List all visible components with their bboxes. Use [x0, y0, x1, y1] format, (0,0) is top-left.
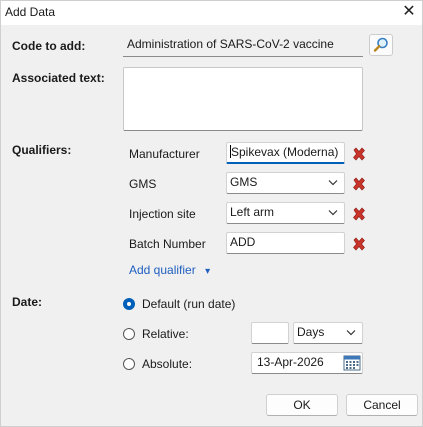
relative-unit-select[interactable]: Days — [293, 322, 363, 344]
date-default-radio[interactable] — [123, 298, 135, 310]
delete-injection-site-icon[interactable] — [352, 207, 366, 221]
gms-value: GMS — [230, 175, 258, 189]
add-qualifier-link[interactable]: Add qualifier ▾ — [129, 263, 210, 277]
cancel-button[interactable]: Cancel — [346, 394, 418, 416]
associated-text-label: Associated text: — [12, 71, 105, 85]
code-value: Administration of SARS-CoV-2 vaccine — [127, 37, 334, 51]
code-label: Code to add: — [12, 39, 86, 53]
close-button[interactable]: ✕ — [396, 1, 422, 25]
date-relative-label[interactable]: Relative: — [142, 327, 189, 341]
dialog-title: Add Data — [5, 5, 56, 19]
injection-site-select[interactable]: Left arm — [226, 202, 345, 224]
qualifier-label-injection-site: Injection site — [129, 207, 196, 221]
magnifier-icon — [373, 37, 388, 52]
date-absolute-label[interactable]: Absolute: — [142, 357, 192, 371]
absolute-date-value: 13-Apr-2026 — [257, 355, 324, 369]
add-data-dialog: Add Data ✕ Code to add: Administration o… — [0, 0, 423, 427]
qualifier-label-manufacturer: Manufacturer — [129, 147, 200, 161]
code-field: Administration of SARS-CoV-2 vaccine — [123, 35, 363, 57]
relative-amount-input[interactable] — [251, 322, 289, 344]
ok-button[interactable]: OK — [266, 394, 338, 416]
date-relative-radio[interactable] — [123, 328, 135, 340]
qualifiers-label: Qualifiers: — [12, 143, 72, 157]
calendar-icon[interactable] — [343, 354, 361, 372]
batch-number-input[interactable]: ADD — [226, 232, 345, 254]
relative-unit-value: Days — [297, 325, 325, 339]
date-default-label[interactable]: Default (run date) — [142, 297, 235, 311]
chevron-down-icon — [328, 210, 338, 216]
date-label: Date: — [12, 295, 43, 309]
injection-site-value: Left arm — [230, 205, 275, 219]
qualifier-label-batch-number: Batch Number — [129, 237, 206, 251]
dropdown-arrow-icon: ▾ — [205, 266, 211, 277]
delete-manufacturer-icon[interactable] — [352, 147, 366, 161]
manufacturer-value: Spikevax (Moderna) — [231, 145, 339, 159]
date-absolute-radio[interactable] — [123, 358, 135, 370]
batch-number-value: ADD — [230, 235, 256, 249]
qualifier-label-gms: GMS — [129, 177, 157, 191]
chevron-down-icon — [328, 180, 338, 186]
close-icon: ✕ — [402, 3, 416, 20]
title-bar: Add Data ✕ — [1, 1, 422, 25]
chevron-down-icon — [346, 330, 356, 336]
search-code-button[interactable] — [369, 34, 393, 56]
gms-select[interactable]: GMS — [226, 172, 345, 194]
manufacturer-input[interactable]: Spikevax (Moderna) — [226, 142, 345, 164]
add-qualifier-label: Add qualifier — [129, 263, 196, 277]
associated-text-input[interactable] — [123, 67, 363, 131]
delete-batch-number-icon[interactable] — [352, 237, 366, 251]
delete-gms-icon[interactable] — [352, 177, 366, 191]
